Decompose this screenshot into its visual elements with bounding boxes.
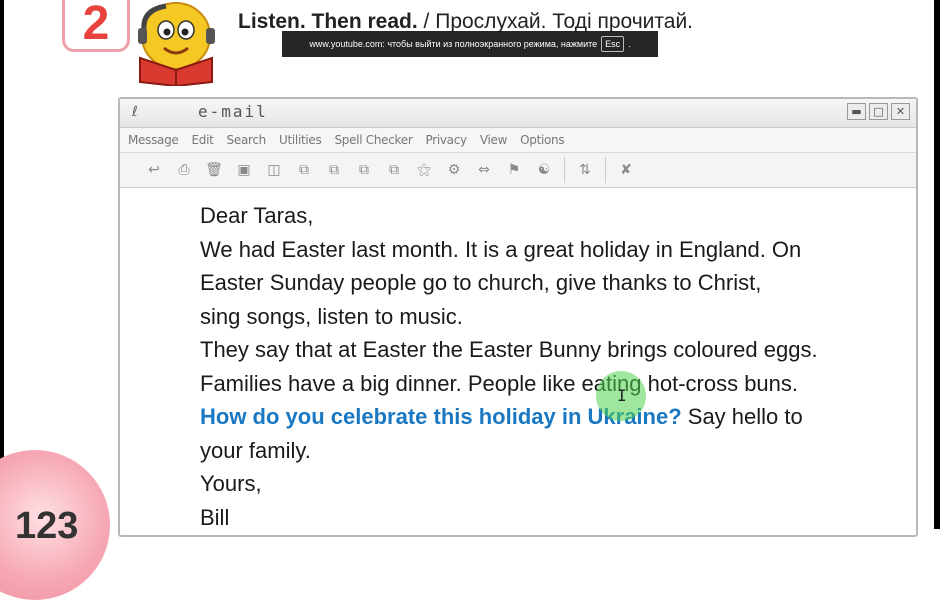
menu-bar: Message Edit Search Utilities Spell Chec… <box>120 128 916 153</box>
spell-icon[interactable]: ⇅ <box>573 158 597 182</box>
email-question-line: How do you celebrate this holiday in Ukr… <box>200 400 896 434</box>
maximize-button[interactable]: □ <box>869 103 888 120</box>
task-number: 2 <box>82 0 110 50</box>
fullscreen-exit-toast: www.youtube.com: чтобы выйти из полноэкр… <box>282 31 658 57</box>
email-line: your family. <box>200 437 311 463</box>
video-frame-right-bar <box>934 0 940 529</box>
video-frame-left-bar <box>0 0 4 529</box>
toast-text: www.youtube.com: чтобы выйти из полноэкр… <box>309 39 598 49</box>
menu-options[interactable]: Options <box>520 133 565 147</box>
toolbar-separator <box>605 157 606 183</box>
app-icon: ℓ <box>132 104 138 120</box>
email-titlebar: ℓ e-mail ▬ □ ✕ <box>120 99 916 128</box>
print-icon[interactable]: ⎙ <box>172 158 196 182</box>
menu-view[interactable]: View <box>480 133 508 147</box>
email-closing: Yours, <box>200 471 262 496</box>
menu-utilities[interactable]: Utilities <box>279 133 322 147</box>
window-controls: ▬ □ ✕ <box>847 103 910 120</box>
copy-icon[interactable]: ⧉ <box>292 158 316 182</box>
email-line: They say that at Easter the Easter Bunny… <box>200 337 818 362</box>
reply-icon[interactable]: ↩ <box>142 158 166 182</box>
mark-icon[interactable]: ⇔ <box>472 158 496 182</box>
email-body: Dear Taras, We had Easter last month. It… <box>200 199 896 534</box>
email-line: Easter Sunday people go to church, give … <box>200 270 762 295</box>
folder-icon[interactable]: ⧉ <box>352 158 376 182</box>
email-line: Dear Taras, <box>200 203 314 228</box>
toast-text-end: . <box>628 39 631 49</box>
translate-icon[interactable]: ☯ <box>532 158 556 182</box>
email-line: sing songs, listen to music. <box>200 303 463 329</box>
minimize-button[interactable]: ▬ <box>847 103 866 120</box>
menu-message[interactable]: Message <box>128 133 179 147</box>
trash-icon[interactable]: 🗑 <box>202 158 226 182</box>
attach-icon[interactable]: ◫ <box>262 158 286 182</box>
text-cursor-icon: I <box>617 386 627 405</box>
address-book-icon[interactable]: ⧉ <box>382 158 406 182</box>
sort-icon[interactable]: ⚙ <box>442 158 466 182</box>
page-number: 123 <box>15 505 79 547</box>
flag-icon[interactable]: ⚑ <box>502 158 526 182</box>
delete-icon[interactable]: ✘ <box>614 158 638 182</box>
forward-icon[interactable]: ⧉ <box>322 158 346 182</box>
email-window: ℓ e-mail ▬ □ ✕ Message Edit Search Utili… <box>118 97 918 537</box>
task-title-ukrainian: Прослухай. Тоді прочитай. <box>435 10 694 33</box>
filter-icon[interactable]: ⚝ <box>412 158 436 182</box>
question-continuation: Say hello to <box>681 404 803 429</box>
task-title-separator: / <box>423 10 430 33</box>
task-number-badge: 2 <box>62 0 130 52</box>
email-line: We had Easter last month. It is a great … <box>200 236 802 262</box>
toolbar-separator <box>564 157 565 183</box>
menu-privacy[interactable]: Privacy <box>425 133 467 147</box>
close-button[interactable]: ✕ <box>891 103 910 120</box>
esc-key-hint: Esc <box>601 36 625 52</box>
window-title: e-mail <box>198 102 268 121</box>
task-title-english: Listen. Then read. <box>238 10 418 33</box>
email-line: Families have a big dinner. People like … <box>200 370 799 396</box>
menu-spell-checker[interactable]: Spell Checker <box>334 133 412 147</box>
smiley-reading-book-icon <box>138 2 215 86</box>
save-icon[interactable]: ▣ <box>232 158 256 182</box>
menu-search[interactable]: Search <box>227 133 267 147</box>
toolbar: ↩ ⎙ 🗑 ▣ ◫ ⧉ ⧉ ⧉ ⧉ ⚝ ⚙ ⇔ ⚑ ☯ ⇅ ✘ <box>120 153 916 188</box>
menu-edit[interactable]: Edit <box>192 133 214 147</box>
